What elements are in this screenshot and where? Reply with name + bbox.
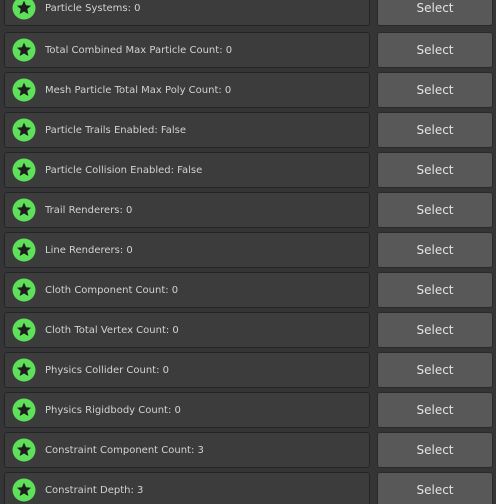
stat-label: Total Combined Max Particle Count: 0 xyxy=(45,44,233,56)
stat-row: Cloth Component Count: 0 Select xyxy=(0,272,496,310)
select-button[interactable]: Select xyxy=(377,232,493,268)
stat-row: Particle Systems: 0 Select xyxy=(0,0,496,28)
star-badge-icon xyxy=(12,198,36,222)
stat-info: Physics Rigidbody Count: 0 xyxy=(4,392,370,428)
star-badge-icon xyxy=(12,0,36,20)
stat-row: Total Combined Max Particle Count: 0 Sel… xyxy=(0,32,496,70)
star-badge-icon xyxy=(12,398,36,422)
stat-label: Particle Systems: 0 xyxy=(45,2,141,14)
select-button[interactable]: Select xyxy=(377,272,493,308)
star-badge-icon xyxy=(12,278,36,302)
select-button[interactable]: Select xyxy=(377,352,493,388)
select-button[interactable]: Select xyxy=(377,392,493,428)
stat-label: Constraint Depth: 3 xyxy=(45,484,144,496)
stat-info: Particle Collision Enabled: False xyxy=(4,152,370,188)
stat-label: Particle Trails Enabled: False xyxy=(45,124,187,136)
star-badge-icon xyxy=(12,438,36,462)
select-button[interactable]: Select xyxy=(377,432,493,468)
star-badge-icon xyxy=(12,238,36,262)
performance-stats-list: Particle Systems: 0 Select Total Combine… xyxy=(0,0,496,504)
stat-label: Physics Collider Count: 0 xyxy=(45,364,169,376)
stat-label: Constraint Component Count: 3 xyxy=(45,444,204,456)
select-button[interactable]: Select xyxy=(377,112,493,148)
stat-label: Cloth Component Count: 0 xyxy=(45,284,179,296)
select-button[interactable]: Select xyxy=(377,312,493,348)
select-button[interactable]: Select xyxy=(377,192,493,228)
stat-label: Cloth Total Vertex Count: 0 xyxy=(45,324,179,336)
stat-row: Particle Trails Enabled: False Select xyxy=(0,112,496,150)
stat-info: Particle Systems: 0 xyxy=(4,0,370,26)
stat-info: Cloth Total Vertex Count: 0 xyxy=(4,312,370,348)
stat-row: Particle Collision Enabled: False Select xyxy=(0,152,496,190)
stat-info: Particle Trails Enabled: False xyxy=(4,112,370,148)
star-badge-icon xyxy=(12,318,36,342)
stat-info: Cloth Component Count: 0 xyxy=(4,272,370,308)
stat-label: Trail Renderers: 0 xyxy=(45,204,133,216)
star-badge-icon xyxy=(12,158,36,182)
stat-row: Mesh Particle Total Max Poly Count: 0 Se… xyxy=(0,72,496,110)
stat-info: Mesh Particle Total Max Poly Count: 0 xyxy=(4,72,370,108)
stat-row: Constraint Component Count: 3 Select xyxy=(0,432,496,470)
stat-info: Line Renderers: 0 xyxy=(4,232,370,268)
star-badge-icon xyxy=(12,38,36,62)
select-button[interactable]: Select xyxy=(377,0,493,26)
select-button[interactable]: Select xyxy=(377,72,493,108)
stat-label: Physics Rigidbody Count: 0 xyxy=(45,404,181,416)
stat-info: Constraint Depth: 3 xyxy=(4,472,370,504)
stat-label: Particle Collision Enabled: False xyxy=(45,164,203,176)
stat-info: Constraint Component Count: 3 xyxy=(4,432,370,468)
stat-row: Line Renderers: 0 Select xyxy=(0,232,496,270)
stat-row: Constraint Depth: 3 Select xyxy=(0,472,496,504)
select-button[interactable]: Select xyxy=(377,472,493,504)
stat-row: Cloth Total Vertex Count: 0 Select xyxy=(0,312,496,350)
stat-row: Physics Collider Count: 0 Select xyxy=(0,352,496,390)
select-button[interactable]: Select xyxy=(377,152,493,188)
stat-label: Mesh Particle Total Max Poly Count: 0 xyxy=(45,84,232,96)
star-badge-icon xyxy=(12,78,36,102)
stat-info: Trail Renderers: 0 xyxy=(4,192,370,228)
stat-row: Physics Rigidbody Count: 0 Select xyxy=(0,392,496,430)
select-button[interactable]: Select xyxy=(377,32,493,68)
star-badge-icon xyxy=(12,478,36,502)
stat-row: Trail Renderers: 0 Select xyxy=(0,192,496,230)
star-badge-icon xyxy=(12,358,36,382)
star-badge-icon xyxy=(12,118,36,142)
stat-info: Physics Collider Count: 0 xyxy=(4,352,370,388)
stat-label: Line Renderers: 0 xyxy=(45,244,133,256)
stat-info: Total Combined Max Particle Count: 0 xyxy=(4,32,370,68)
